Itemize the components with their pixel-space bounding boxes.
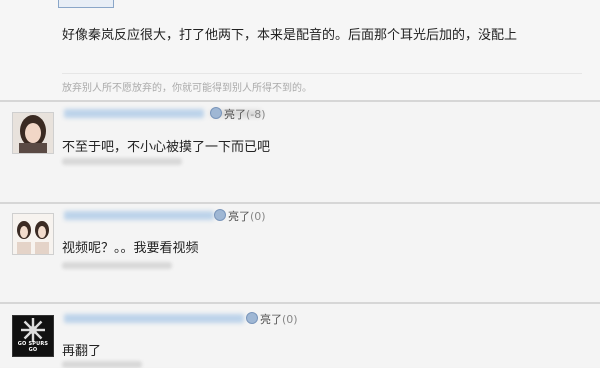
post-content: 视频呢？。。我要看视频 — [62, 241, 199, 256]
like-button[interactable]: 亮了(-8) — [210, 106, 266, 122]
avatar-photo — [13, 214, 53, 254]
post-meta: 亮了(0) — [62, 208, 592, 224]
username[interactable] — [64, 109, 204, 118]
quote-tag — [58, 0, 114, 8]
heart-like-icon — [246, 312, 258, 324]
like-count: (0) — [282, 313, 298, 326]
like-count: (0) — [250, 210, 266, 223]
reply-post-3: 亮了(0) 视频呢？。。我要看视频 — [0, 204, 600, 302]
like-count: (-8) — [246, 108, 266, 121]
reply-post-4: GO SPURS GO 亮了(0) 再翻了 — [0, 304, 600, 368]
avatar[interactable] — [12, 112, 54, 154]
signature-divider — [62, 73, 582, 74]
avatar-text: GO SPURS GO — [17, 341, 49, 353]
post-content: 好像秦岚反应很大，打了他两下，本来是配音的。后面那个耳光后加的，没配上 — [62, 28, 518, 43]
avatar[interactable] — [12, 213, 54, 255]
post-content: 再翻了 — [62, 344, 102, 359]
heart-like-icon — [210, 107, 222, 119]
like-label: 亮了 — [224, 108, 246, 121]
like-button[interactable]: 亮了(0) — [246, 311, 298, 327]
post-meta: 亮了(0) — [62, 311, 592, 327]
username[interactable] — [64, 314, 244, 323]
post-content: 不至于吧，不小心被摸了一下而已吧 — [62, 140, 271, 155]
like-label: 亮了 — [228, 210, 250, 223]
avatar[interactable]: GO SPURS GO — [12, 315, 54, 357]
reply-post-2: 亮了(-8) 不至于吧，不小心被摸了一下而已吧 — [0, 102, 600, 202]
device-note — [62, 158, 182, 165]
post-meta: 亮了(-8) — [62, 106, 592, 122]
device-note — [62, 262, 172, 269]
avatar-photo — [13, 113, 53, 153]
user-signature: 放弃别人所不愿放弃的，你就可能得到别人所得不到的。 — [62, 83, 312, 94]
reply-post-1: 好像秦岚反应很大，打了他两下，本来是配音的。后面那个耳光后加的，没配上 放弃别人… — [0, 0, 600, 100]
username[interactable] — [64, 211, 214, 220]
like-button[interactable]: 亮了(0) — [214, 208, 266, 224]
heart-like-icon — [214, 209, 226, 221]
like-label: 亮了 — [260, 313, 282, 326]
